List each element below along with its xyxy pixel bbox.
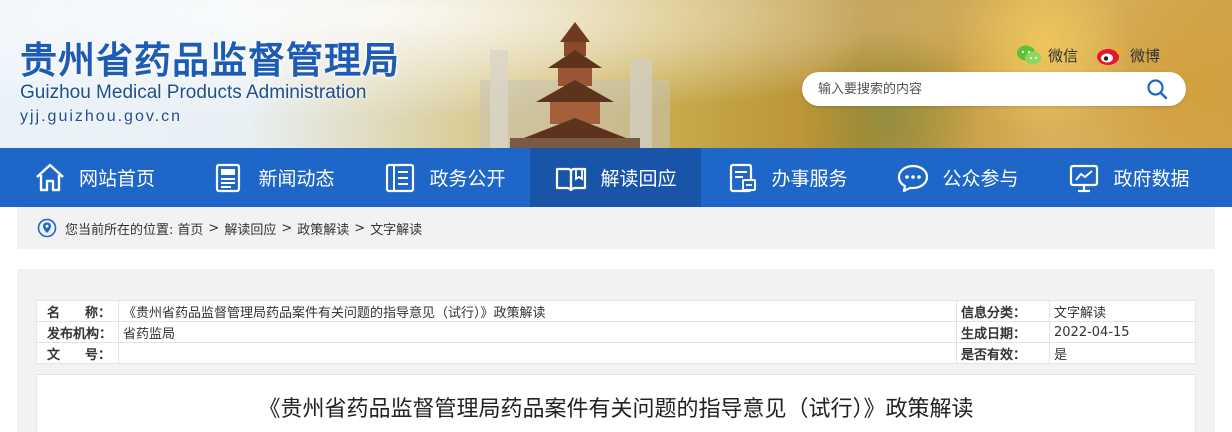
name-label: 名 称：	[36, 300, 119, 322]
date-value: 2022-04-15	[1049, 321, 1196, 343]
nav-item-label: 解读回应	[600, 168, 677, 190]
nav-item-news[interactable]: 新闻动态	[188, 148, 359, 207]
breadcrumb-separator: >	[354, 220, 366, 236]
publisher-value: 省药监局	[118, 321, 957, 343]
search-input[interactable]	[818, 81, 1140, 97]
docno-label-part: 号：	[84, 347, 111, 363]
breadcrumb-separator: >	[281, 220, 293, 236]
breadcrumb-home[interactable]: 首页	[177, 219, 203, 238]
name-label-part: 名	[47, 305, 61, 321]
nav-item-label: 办事服务	[771, 168, 848, 190]
document-icon	[383, 161, 417, 195]
site-title-cn[interactable]: 贵州省药品监督管理局	[20, 30, 400, 84]
search-box	[802, 72, 1186, 106]
breadcrumb-separator: >	[208, 220, 220, 236]
breadcrumb-policy-interpretation[interactable]: 政策解读	[297, 219, 349, 238]
breadcrumb-prefix: 您当前所在的位置:	[65, 222, 174, 238]
nav-item-label: 政府数据	[1113, 168, 1190, 190]
docno-value	[118, 342, 957, 364]
location-pin-icon	[37, 218, 57, 238]
nav-item-gov-data[interactable]: 政府数据	[1043, 148, 1214, 207]
date-label: 生成日期：	[956, 321, 1050, 343]
search-icon	[1147, 79, 1168, 100]
category-value: 文字解读	[1049, 300, 1196, 322]
weibo-icon	[1097, 46, 1123, 65]
nav-item-label: 新闻动态	[258, 168, 335, 190]
nav-item-gov-affairs[interactable]: 政务公开	[359, 148, 530, 207]
nav-item-label: 政务公开	[429, 168, 506, 190]
valid-label: 是否有效：	[956, 342, 1050, 364]
service-icon	[725, 161, 759, 195]
document-meta-table: 名 称： 《贵州省药品监督管理局药品案件有关问题的指导意见（试行）》政策解读 信息…	[36, 300, 1196, 364]
docno-label: 文 号：	[36, 342, 119, 364]
name-label-part: 称：	[84, 305, 111, 321]
wechat-label: 微信	[1048, 46, 1079, 65]
main-nav: 网站首页 新闻动态 政务公开 解读回应 办事服务 公众参与 政府数据	[0, 148, 1232, 207]
valid-value: 是	[1049, 342, 1196, 364]
docno-label-part: 文	[47, 347, 61, 363]
name-value: 《贵州省药品监督管理局药品案件有关问题的指导意见（试行）》政策解读	[118, 300, 957, 322]
meta-row: 名 称： 《贵州省药品监督管理局药品案件有关问题的指导意见（试行）》政策解读 信息…	[36, 300, 1196, 322]
site-url: yjj.guizhou.gov.cn	[20, 108, 182, 125]
meta-row: 文 号： 是否有效： 是	[36, 342, 1196, 364]
news-icon	[212, 161, 246, 195]
nav-item-label: 网站首页	[78, 168, 155, 190]
publisher-label: 发布机构：	[36, 321, 119, 343]
nav-item-home[interactable]: 网站首页	[0, 148, 188, 207]
meta-row: 发布机构： 省药监局 生成日期： 2022-04-15	[36, 321, 1196, 343]
article-panel: 《贵州省药品监督管理局药品案件有关问题的指导意见（试行）》政策解读	[36, 374, 1196, 432]
search-button[interactable]	[1140, 72, 1174, 106]
weibo-link[interactable]: 微博	[1096, 44, 1160, 66]
weibo-label: 微博	[1130, 46, 1161, 65]
breadcrumb-text-interpretation[interactable]: 文字解读	[370, 219, 422, 238]
breadcrumb-bar: 您当前所在的位置: 首页 > 解读回应 > 政策解读 > 文字解读	[17, 207, 1215, 249]
book-icon	[554, 161, 588, 195]
pagoda-illustration	[480, 22, 670, 148]
nav-item-public-participation[interactable]: 公众参与	[872, 148, 1043, 207]
data-icon	[1067, 161, 1101, 195]
nav-item-label: 公众参与	[942, 168, 1019, 190]
wechat-icon	[1017, 45, 1041, 65]
chat-icon	[896, 161, 930, 195]
breadcrumb-interpretation[interactable]: 解读回应	[224, 219, 276, 238]
site-title-en: Guizhou Medical Products Administration	[20, 82, 367, 103]
nav-item-services[interactable]: 办事服务	[701, 148, 872, 207]
header-banner: 贵州省药品监督管理局 Guizhou Medical Products Admi…	[0, 0, 1232, 148]
category-label: 信息分类：	[956, 300, 1050, 322]
wechat-link[interactable]: 微信	[1016, 44, 1078, 66]
home-icon	[33, 161, 67, 195]
nav-item-interpretation[interactable]: 解读回应	[530, 148, 701, 207]
article-title: 《贵州省药品监督管理局药品案件有关问题的指导意见（试行）》政策解读	[258, 397, 974, 422]
breadcrumb: 您当前所在的位置: 首页 > 解读回应 > 政策解读 > 文字解读	[65, 219, 422, 238]
